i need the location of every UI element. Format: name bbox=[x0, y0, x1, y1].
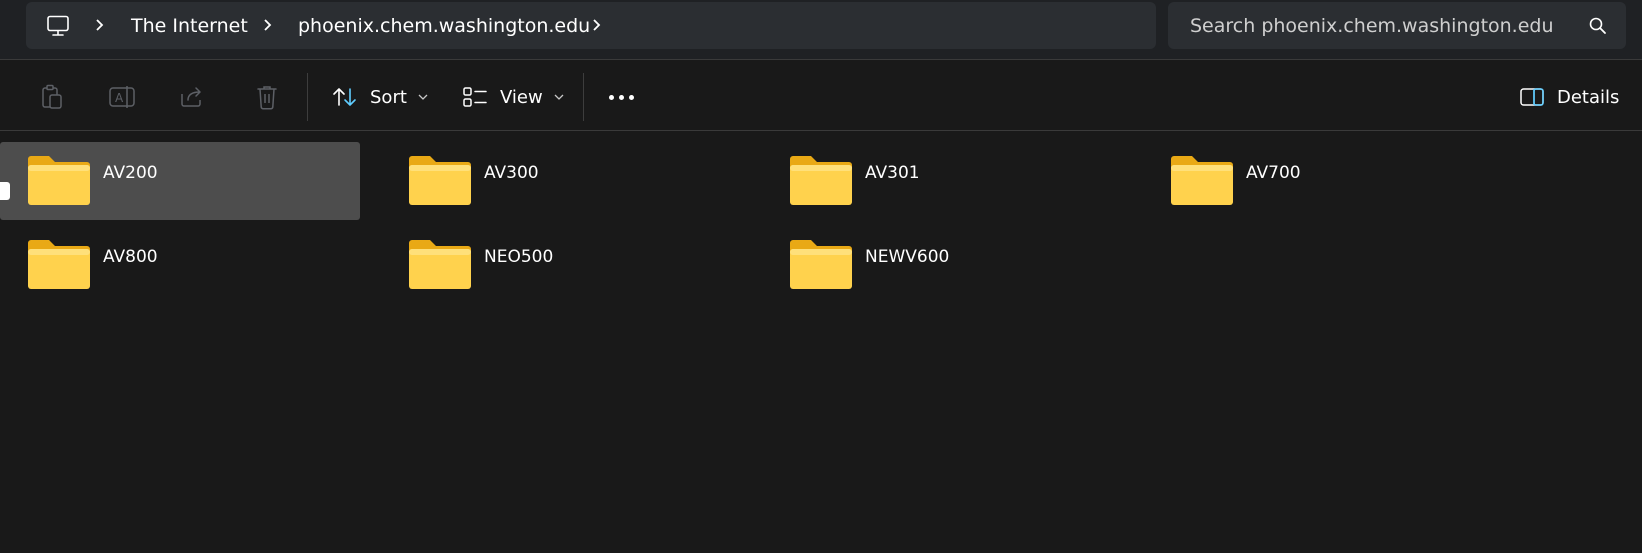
this-pc-icon[interactable] bbox=[44, 13, 72, 39]
folder-item[interactable]: NEO500 bbox=[381, 226, 741, 304]
chevron-down-icon bbox=[417, 91, 429, 103]
folder-name: AV300 bbox=[484, 163, 539, 183]
file-list: AV200 AV300 AV301 AV700 AV800 NEO500 NEW… bbox=[0, 132, 1642, 553]
chevron-right-icon[interactable] bbox=[588, 17, 604, 33]
folder-name: AV301 bbox=[865, 163, 920, 183]
folder-icon bbox=[788, 237, 854, 291]
share-icon[interactable] bbox=[178, 83, 206, 111]
breadcrumb-item-the-internet[interactable]: The Internet bbox=[131, 15, 248, 37]
svg-text:A: A bbox=[115, 91, 124, 105]
search-input[interactable]: Search phoenix.chem.washington.edu bbox=[1168, 2, 1626, 49]
chevron-right-icon[interactable] bbox=[259, 17, 275, 33]
folder-item[interactable]: AV300 bbox=[381, 142, 741, 220]
toolbar-divider bbox=[307, 73, 308, 121]
folder-name: NEWV600 bbox=[865, 247, 950, 267]
rename-icon[interactable]: A bbox=[108, 83, 136, 111]
details-label: Details bbox=[1557, 86, 1620, 108]
details-button[interactable]: Details bbox=[1519, 79, 1619, 115]
command-bar: A Sort View Details bbox=[0, 61, 1642, 131]
folder-item[interactable]: AV301 bbox=[762, 142, 1122, 220]
folder-item[interactable]: AV700 bbox=[1143, 142, 1503, 220]
selection-checkbox[interactable] bbox=[0, 182, 10, 200]
chevron-right-icon[interactable] bbox=[91, 17, 107, 33]
view-button[interactable]: View bbox=[462, 79, 565, 115]
folder-icon bbox=[407, 237, 473, 291]
breadcrumb[interactable]: The Internet phoenix.chem.washington.edu bbox=[26, 2, 1156, 49]
folder-name: AV800 bbox=[103, 247, 158, 267]
copy-icon[interactable] bbox=[38, 83, 66, 111]
folder-name: AV200 bbox=[103, 163, 158, 183]
folder-item[interactable]: AV800 bbox=[0, 226, 360, 304]
details-pane-icon bbox=[1519, 86, 1545, 108]
sort-button[interactable]: Sort bbox=[332, 79, 429, 115]
search-icon[interactable] bbox=[1588, 16, 1608, 36]
address-bar-row: The Internet phoenix.chem.washington.edu… bbox=[0, 0, 1642, 60]
breadcrumb-item-phoenix[interactable]: phoenix.chem.washington.edu bbox=[298, 15, 590, 37]
more-icon[interactable] bbox=[606, 83, 636, 111]
folder-item[interactable]: AV200 bbox=[0, 142, 360, 220]
trash-icon[interactable] bbox=[253, 83, 281, 111]
folder-icon bbox=[26, 237, 92, 291]
search-placeholder: Search phoenix.chem.washington.edu bbox=[1190, 15, 1554, 37]
folder-name: NEO500 bbox=[484, 247, 554, 267]
folder-icon bbox=[26, 153, 92, 207]
sort-label: Sort bbox=[370, 86, 407, 108]
folder-icon bbox=[788, 153, 854, 207]
folder-icon bbox=[407, 153, 473, 207]
chevron-down-icon bbox=[553, 91, 565, 103]
view-icon bbox=[462, 85, 488, 109]
view-label: View bbox=[500, 86, 543, 108]
folder-item[interactable]: NEWV600 bbox=[762, 226, 1122, 304]
toolbar-divider bbox=[583, 73, 584, 121]
folder-name: AV700 bbox=[1246, 163, 1301, 183]
sort-icon bbox=[332, 85, 358, 109]
folder-icon bbox=[1169, 153, 1235, 207]
